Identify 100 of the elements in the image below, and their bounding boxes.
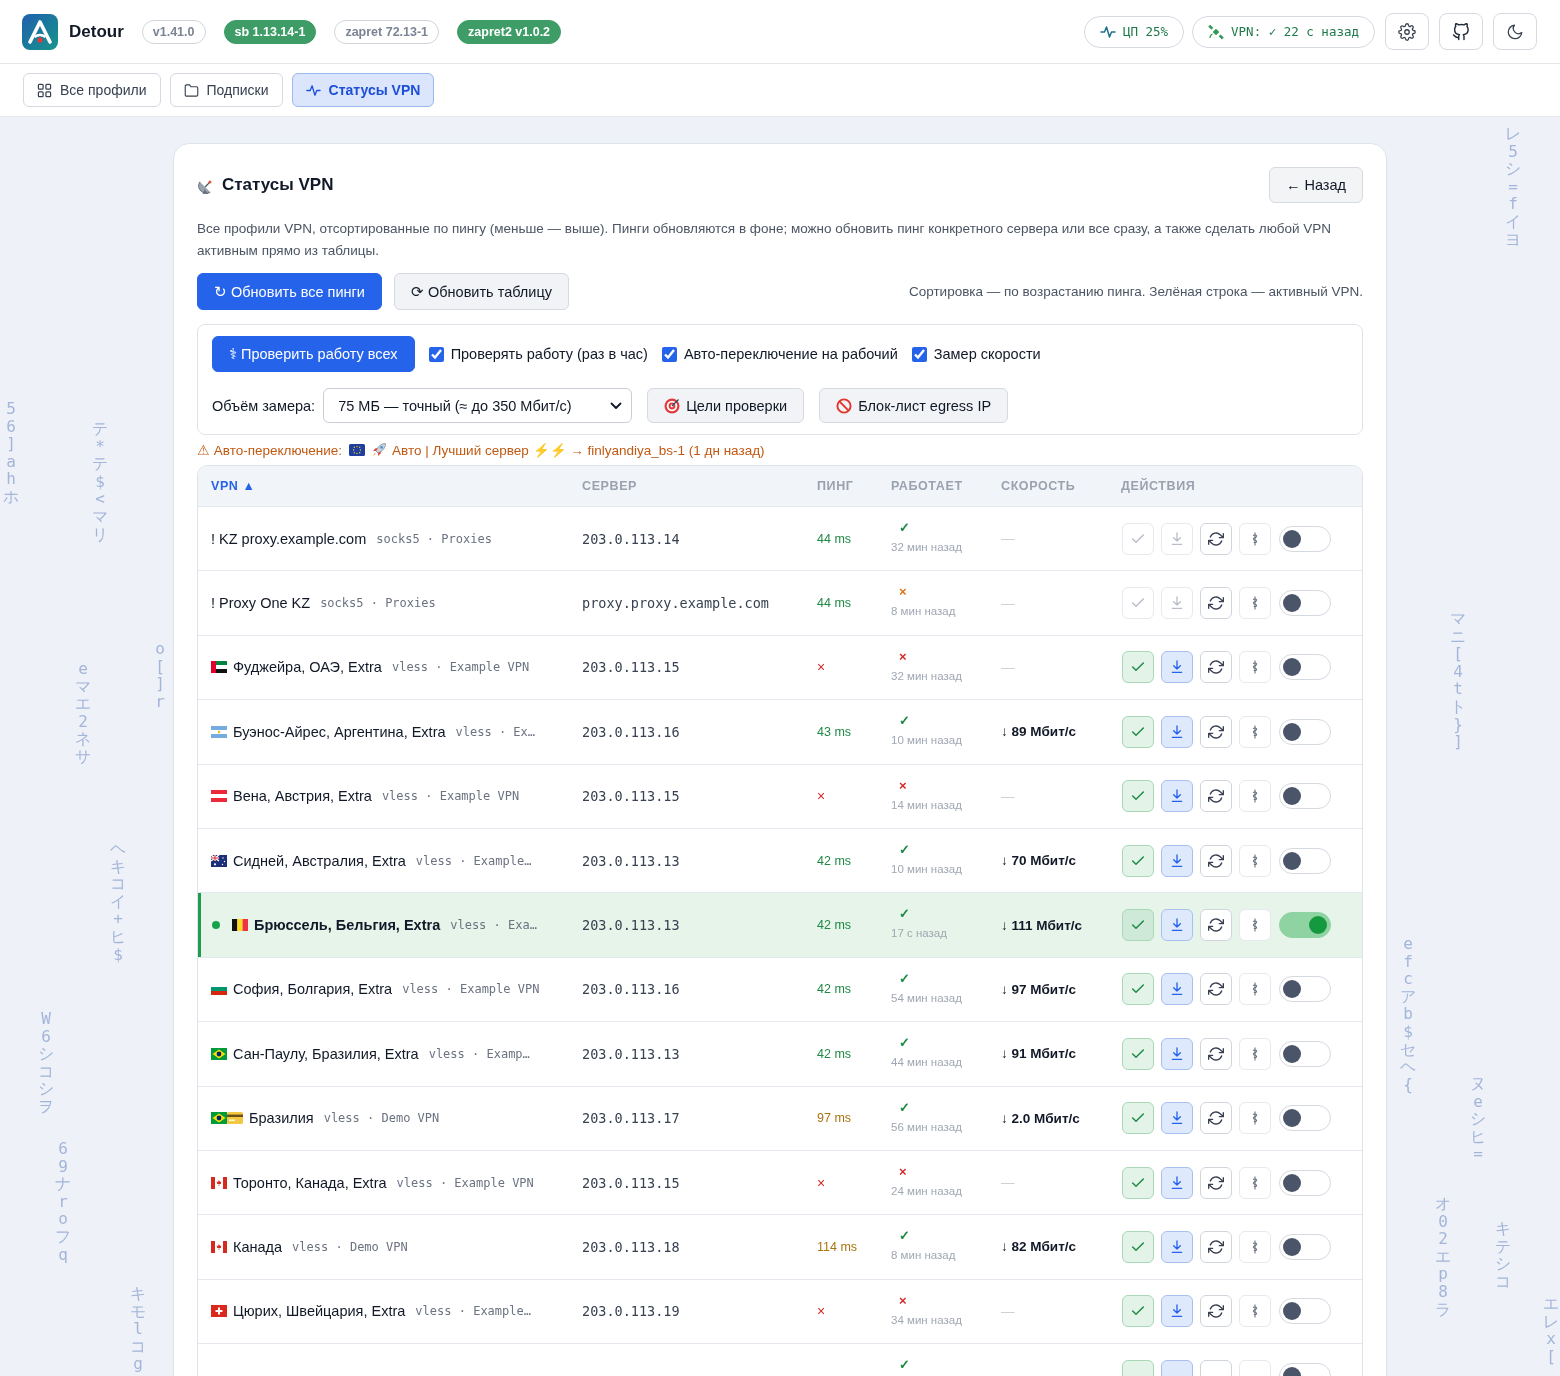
refresh-button[interactable]: [1200, 1231, 1232, 1263]
refresh-button[interactable]: [1200, 1102, 1232, 1135]
vpn-toggle[interactable]: [1279, 783, 1331, 810]
health-check-button[interactable]: [1239, 844, 1271, 877]
download-button[interactable]: [1161, 1037, 1193, 1070]
speed-value: ↓ 2.0 Мбит/с: [1001, 1110, 1080, 1126]
refresh-action-button[interactable]: ⟳ Обновить таблицу: [393, 273, 569, 310]
background-glyphs: ヌeシヒ=: [1470, 1075, 1486, 1163]
checkbox[interactable]: [428, 346, 444, 362]
health-check-button[interactable]: [1239, 1102, 1271, 1135]
version-badge: zapret 72.13-1: [334, 19, 440, 44]
download-button[interactable]: [1161, 1102, 1193, 1135]
health-check-button[interactable]: [1239, 522, 1271, 555]
refresh-button[interactable]: [1200, 651, 1232, 684]
health-check-button[interactable]: [1239, 1295, 1271, 1328]
vpn-toggle[interactable]: [1279, 718, 1331, 745]
download-button[interactable]: [1161, 1166, 1193, 1199]
settings-button[interactable]: [1385, 13, 1429, 50]
flag-icon: [232, 919, 248, 932]
repository-button[interactable]: [1439, 13, 1483, 50]
check-all-button[interactable]: ⚕ Проверить работу всех: [212, 336, 415, 372]
panel-button[interactable]: Блок-лист egress IP: [819, 388, 1009, 423]
vpn-status-button[interactable]: VPN: ✓ 22 с назад: [1192, 15, 1375, 48]
health-check-button[interactable]: [1239, 780, 1271, 813]
refresh-button[interactable]: [1200, 1295, 1232, 1328]
confirm-button[interactable]: [1122, 715, 1154, 748]
refresh-button[interactable]: [1200, 587, 1232, 620]
background-glyphs: W6シコシヲ: [38, 1010, 54, 1116]
health-check-button[interactable]: [1239, 715, 1271, 748]
checkbox[interactable]: [911, 346, 927, 362]
refresh-button[interactable]: [1200, 909, 1232, 942]
pulse-icon: [305, 82, 321, 98]
vpn-toggle[interactable]: [1279, 1169, 1331, 1196]
column-header[interactable]: VPN ▲: [198, 479, 569, 493]
health-check-button[interactable]: [1239, 651, 1271, 684]
confirm-button[interactable]: [1122, 973, 1154, 1006]
check-time: 8 мин назад: [891, 1248, 956, 1264]
refresh-button[interactable]: [1200, 780, 1232, 813]
health-check-button[interactable]: [1239, 1166, 1271, 1199]
nav-tab[interactable]: Подписки: [169, 73, 283, 107]
vpn-toggle[interactable]: [1279, 976, 1331, 1003]
confirm-button[interactable]: [1122, 1102, 1154, 1135]
refresh-button[interactable]: [1200, 715, 1232, 748]
speed-value: ↓ 89 Мбит/с: [1001, 724, 1077, 740]
table-row[interactable]: Брюссель, Бельгия, Extra vless · Exa… 203.0.113.13 42 ms ✓ 17 с назад ↓ 111 Мбит/с: [198, 893, 1362, 958]
confirm-button[interactable]: [1122, 844, 1154, 877]
confirm-button[interactable]: [1122, 909, 1154, 942]
vpn-toggle[interactable]: [1279, 525, 1331, 552]
download-button[interactable]: [1161, 780, 1193, 813]
panel-button[interactable]: Цели проверки: [647, 388, 805, 423]
checkbox[interactable]: [661, 346, 677, 362]
download-button[interactable]: [1161, 973, 1193, 1006]
download-button[interactable]: [1161, 651, 1193, 684]
vpn-toggle[interactable]: [1279, 590, 1331, 617]
back-button[interactable]: ← Назад: [1268, 167, 1363, 203]
server-address: 203.0.113.17: [582, 1110, 680, 1127]
health-check-button[interactable]: [1239, 1037, 1271, 1070]
health-check-button[interactable]: [1239, 587, 1271, 620]
vpn-toggle[interactable]: [1279, 1234, 1331, 1260]
vpn-toggle[interactable]: [1279, 1105, 1331, 1132]
health-check-button[interactable]: [1239, 909, 1271, 942]
server-address: 203.0.113.15: [582, 659, 680, 676]
nav-tab[interactable]: Статусы VPN: [291, 73, 435, 107]
download-button[interactable]: [1161, 1295, 1193, 1328]
download-button[interactable]: [1161, 909, 1193, 942]
status-mark: ×: [898, 777, 907, 794]
download-button[interactable]: [1161, 1231, 1193, 1263]
health-check-button[interactable]: [1239, 1231, 1271, 1263]
speed-value: ↓ 82 Мбит/с: [1001, 1239, 1077, 1255]
volume-select[interactable]: 75 МБ — точный (≈ до 350 Мбит/с): [323, 388, 633, 423]
vpn-name: ! KZ proxy.example.com: [211, 530, 367, 547]
download-button[interactable]: [1161, 844, 1193, 877]
download-button[interactable]: [1161, 715, 1193, 748]
confirm-button[interactable]: [1122, 1166, 1154, 1199]
ping-value: 114 ms: [817, 1240, 858, 1254]
vpn-toggle[interactable]: [1279, 1298, 1331, 1325]
refresh-button[interactable]: [1200, 1037, 1232, 1070]
refresh-button[interactable]: [1200, 973, 1232, 1006]
theme-button[interactable]: [1493, 13, 1537, 50]
health-check-button[interactable]: [1239, 973, 1271, 1006]
satellite-icon: [1208, 23, 1225, 40]
vpn-toggle[interactable]: [1279, 654, 1331, 681]
confirm-button[interactable]: [1122, 1037, 1154, 1070]
refresh-action-button[interactable]: ↻ Обновить все пинги: [197, 273, 382, 310]
confirm-button[interactable]: [1122, 1295, 1154, 1328]
confirm-button[interactable]: [1122, 1231, 1154, 1263]
refresh-button[interactable]: [1200, 522, 1232, 555]
vpn-toggle[interactable]: [1279, 847, 1331, 874]
vpn-toggle[interactable]: [1279, 912, 1331, 939]
confirm-button[interactable]: [1122, 780, 1154, 813]
refresh-button[interactable]: [1200, 844, 1232, 877]
refresh-button[interactable]: [1200, 1166, 1232, 1199]
background-glyphs: キテシコ: [1495, 1220, 1511, 1291]
check-time: 44 мин назад: [891, 1055, 962, 1071]
cpu-usage-button[interactable]: ЦП 25%: [1083, 15, 1185, 48]
vpn-name: Канада: [233, 1239, 283, 1255]
nav-tab[interactable]: Все профили: [23, 73, 161, 107]
vpn-toggle[interactable]: [1279, 1040, 1331, 1067]
vpn-protocol: socks5 · Proxies: [320, 596, 436, 611]
confirm-button[interactable]: [1122, 651, 1154, 684]
